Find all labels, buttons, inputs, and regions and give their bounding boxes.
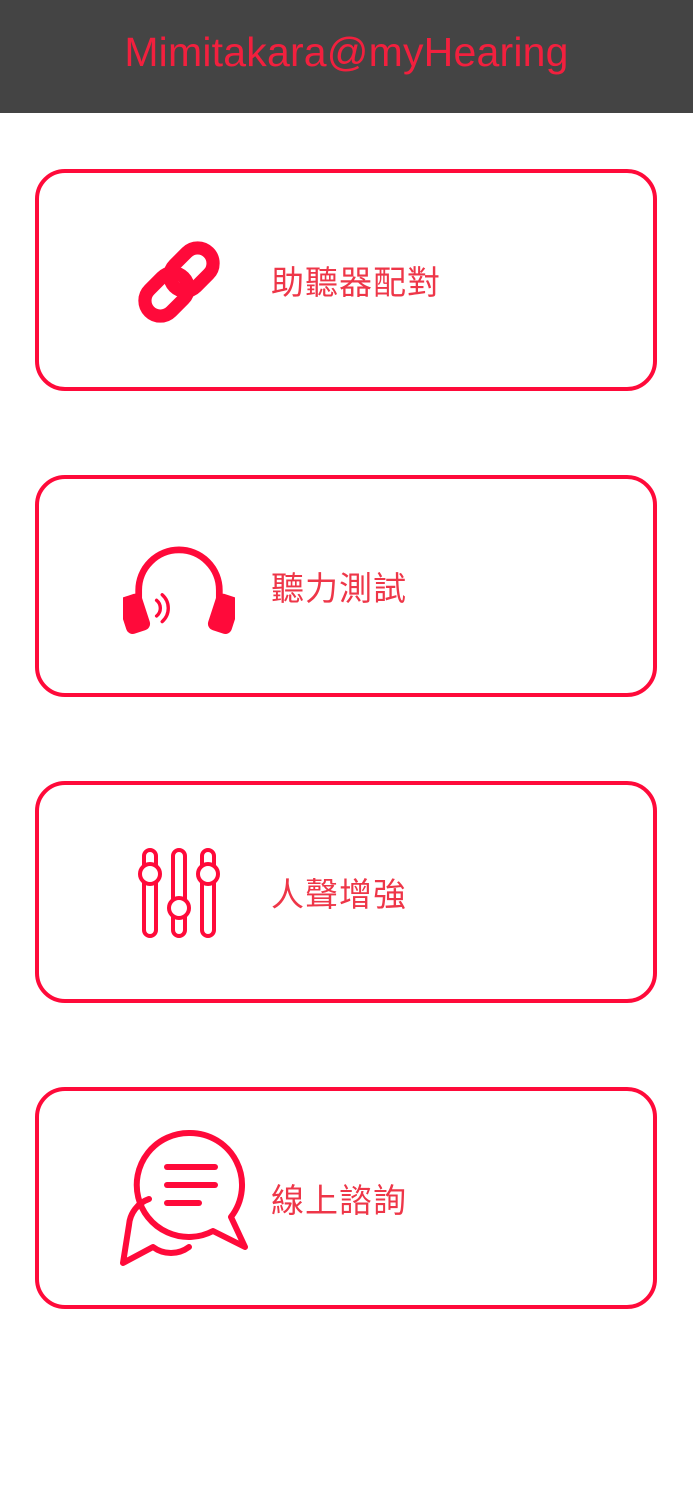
link-icon (109, 223, 249, 341)
app-header: Mimitakara@myHearing (0, 0, 693, 113)
menu-label: 線上諮詢 (271, 1181, 407, 1220)
menu-button-online-consultation[interactable]: 線上諮詢 (35, 1087, 657, 1309)
equalizer-sliders-icon (109, 835, 249, 953)
menu-button-hearing-aid-pairing[interactable]: 助聽器配對 (35, 169, 657, 391)
app-title: Mimitakara@myHearing (124, 29, 569, 75)
menu-label: 聽力測試 (271, 569, 407, 608)
chat-bubbles-icon (119, 1129, 249, 1271)
menu-button-hearing-test[interactable]: 聽力測試 (35, 475, 657, 697)
headphones-icon (109, 529, 249, 647)
menu-label: 助聽器配對 (271, 263, 441, 302)
app-screen: Mimitakara@myHearing 助聽器配對 聽力測試 人聲增強 線上諮… (0, 0, 693, 1500)
menu-label: 人聲增強 (271, 875, 407, 914)
main-menu: 助聽器配對 聽力測試 人聲增強 線上諮詢 (35, 169, 657, 1393)
menu-button-voice-enhancement[interactable]: 人聲增強 (35, 781, 657, 1003)
